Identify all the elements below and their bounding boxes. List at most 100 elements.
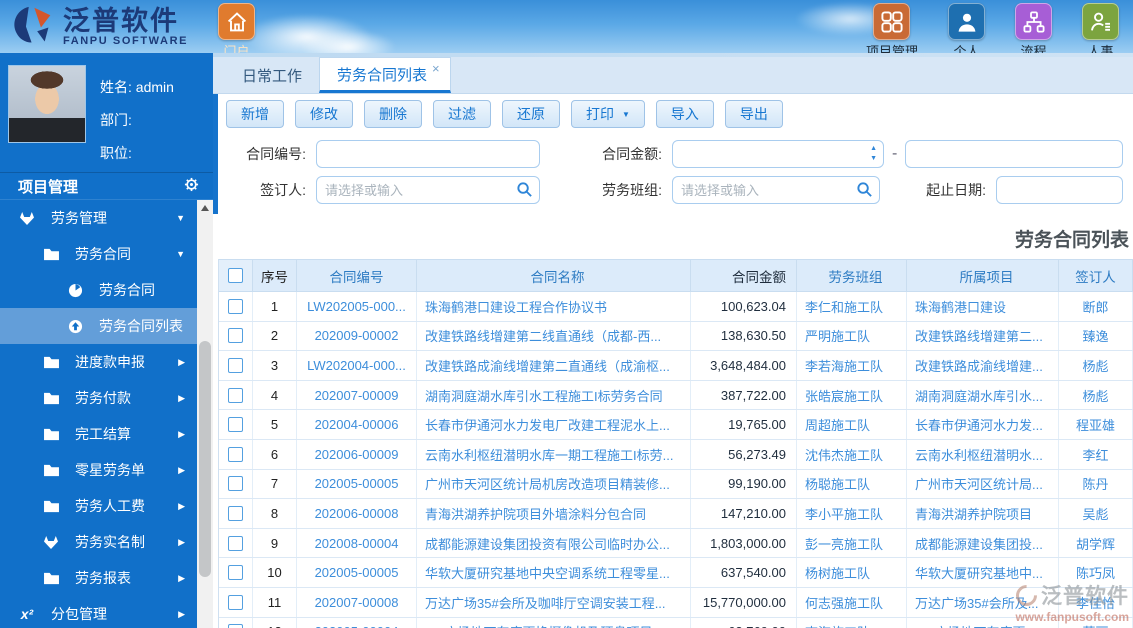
project-link[interactable]: 广州市天河区统计局... bbox=[907, 469, 1059, 499]
row-checkbox[interactable] bbox=[228, 417, 243, 433]
row-checkbox[interactable] bbox=[228, 357, 243, 373]
toolbar-button[interactable]: 导出 bbox=[724, 100, 783, 128]
caret-icon[interactable]: ▼ bbox=[176, 249, 185, 259]
tab[interactable]: 日常工作 bbox=[225, 57, 319, 93]
table-row[interactable]: 3 LW202004-000... 改建铁路成渝线增建第二直通线（成渝枢... … bbox=[219, 351, 1133, 381]
labor-team-link[interactable]: 周超施工队 bbox=[797, 410, 907, 439]
caret-icon[interactable]: ▶ bbox=[178, 537, 185, 548]
tab[interactable]: 劳务合同列表 × bbox=[319, 57, 451, 93]
row-checkbox[interactable] bbox=[228, 446, 243, 462]
project-link[interactable]: 珠海鹤港口建设 bbox=[907, 292, 1059, 321]
contract-name-link[interactable]: 湖南洞庭湖水库引水工程施工I标劳务合同 bbox=[417, 380, 691, 410]
sidebar-menu-item[interactable]: 进度款申报 ▶ bbox=[0, 344, 197, 380]
row-checkbox[interactable] bbox=[228, 535, 243, 551]
sidebar-menu-item[interactable]: 劳务合同列表 bbox=[0, 308, 197, 344]
contract-name-link[interactable]: 珠海鹤港口建设工程合作协议书 bbox=[417, 292, 691, 321]
labor-team-link[interactable]: 李若海施工队 bbox=[797, 351, 907, 380]
labor-team-link[interactable]: 张皓宸施工队 bbox=[797, 380, 907, 410]
project-link[interactable]: 云南水利枢纽潜明水... bbox=[907, 439, 1059, 469]
sidebar-menu-item[interactable]: 完工结算 ▶ bbox=[0, 416, 197, 452]
project-link[interactable]: 改建铁路线增建第二... bbox=[907, 321, 1059, 351]
toolbar-button[interactable]: 过滤 bbox=[433, 100, 491, 128]
table-row[interactable]: 7 202005-00005 广州市天河区统计局机房改造项目精装修... 99,… bbox=[219, 469, 1133, 500]
table-column-header[interactable]: 所属项目 bbox=[907, 260, 1059, 291]
contract-name-link[interactable]: 改建铁路成渝线增建第二直通线（成渝枢... bbox=[417, 351, 691, 380]
contract-code-link[interactable]: 202005-00005 bbox=[297, 558, 417, 587]
contract-code-link[interactable]: 202004-00006 bbox=[297, 410, 417, 439]
table-column-header[interactable]: 合同金额 bbox=[691, 260, 797, 291]
table-row[interactable]: 4 202007-00009 湖南洞庭湖水库引水工程施工I标劳务合同 387,7… bbox=[219, 380, 1133, 411]
contract-code-link[interactable]: 202007-00009 bbox=[297, 380, 417, 410]
contract-name-link[interactable]: 华软大厦研究基地中央空调系统工程零星... bbox=[417, 558, 691, 587]
sidebar-menu-item[interactable]: 劳务报表 ▶ bbox=[0, 560, 197, 596]
number-spinner[interactable]: ▲ ▼ bbox=[870, 144, 877, 164]
contract-name-link[interactable]: SM广场地下车库更换摄像机及硬盘项目... bbox=[417, 617, 691, 628]
table-column-header[interactable]: 合同编号 bbox=[297, 260, 417, 291]
contract-code-link[interactable]: 202009-00002 bbox=[297, 321, 417, 351]
contract-name-link[interactable]: 成都能源建设集团投资有限公司临时办公... bbox=[417, 528, 691, 558]
sidebar-menu-item[interactable]: 劳务实名制 ▶ bbox=[0, 524, 197, 560]
app-shortcut[interactable]: 项目管理 bbox=[866, 3, 918, 53]
contract-code-link[interactable]: 202006-00009 bbox=[297, 439, 417, 469]
app-shortcut[interactable]: 人事 bbox=[1082, 3, 1119, 53]
table-column-header[interactable]: 签订人 bbox=[1059, 260, 1133, 291]
amount-min-input[interactable] bbox=[672, 140, 884, 168]
contract-code-link[interactable]: 202005-00004 bbox=[297, 617, 417, 628]
toolbar-button[interactable]: 修改 bbox=[295, 100, 353, 128]
caret-icon[interactable]: ▶ bbox=[178, 501, 185, 512]
sidebar-menu-item[interactable]: 劳务付款 ▶ bbox=[0, 380, 197, 416]
contract-code-link[interactable]: LW202005-000... bbox=[297, 292, 417, 321]
table-row[interactable]: 2 202009-00002 改建铁路线增建第二线直通线（成都-西... 138… bbox=[219, 321, 1133, 352]
gear-icon[interactable] bbox=[184, 177, 199, 196]
search-icon[interactable] bbox=[516, 181, 533, 203]
row-checkbox[interactable] bbox=[228, 476, 243, 492]
amount-max-input[interactable] bbox=[905, 140, 1123, 168]
row-checkbox[interactable] bbox=[228, 505, 243, 521]
caret-icon[interactable]: ▶ bbox=[178, 393, 185, 404]
sidebar-menu-item[interactable]: 劳务合同 bbox=[0, 272, 197, 308]
row-checkbox[interactable] bbox=[228, 594, 243, 610]
table-row[interactable]: 12 202005-00004 SM广场地下车库更换摄像机及硬盘项目... 62… bbox=[219, 617, 1133, 628]
caret-icon[interactable]: ▶ bbox=[178, 573, 185, 584]
scroll-up-arrow-icon[interactable] bbox=[197, 200, 213, 215]
toolbar-button[interactable]: 导入 bbox=[655, 100, 714, 128]
table-row[interactable]: 9 202008-00004 成都能源建设集团投资有限公司临时办公... 1,8… bbox=[219, 528, 1133, 559]
person-icon[interactable] bbox=[948, 3, 985, 40]
labor-team-link[interactable]: 李小平施工队 bbox=[797, 499, 907, 528]
project-link[interactable]: 成都能源建设集团投... bbox=[907, 528, 1059, 558]
contract-code-link[interactable]: 202005-00005 bbox=[297, 469, 417, 499]
table-row[interactable]: 6 202006-00009 云南水利枢纽潜明水库一期工程施工I标劳... 56… bbox=[219, 439, 1133, 470]
contract-name-link[interactable]: 长春市伊通河水力发电厂改建工程泥水上... bbox=[417, 410, 691, 439]
row-checkbox[interactable] bbox=[228, 387, 243, 403]
scrollbar-thumb[interactable] bbox=[199, 341, 211, 577]
contract-name-link[interactable]: 青海洪湖养护院项目外墙涂料分包合同 bbox=[417, 499, 691, 528]
contract-code-link[interactable]: 202006-00008 bbox=[297, 499, 417, 528]
project-link[interactable]: 万达广场35#会所及... bbox=[907, 587, 1059, 617]
contract-code-link[interactable]: 202008-00004 bbox=[297, 528, 417, 558]
contract-name-link[interactable]: 广州市天河区统计局机房改造项目精装修... bbox=[417, 469, 691, 499]
table-row[interactable]: 8 202006-00008 青海洪湖养护院项目外墙涂料分包合同 147,210… bbox=[219, 499, 1133, 529]
sidebar-menu-item[interactable]: 劳务管理 ▼ bbox=[0, 200, 197, 236]
team-input[interactable] bbox=[672, 176, 880, 204]
caret-icon[interactable]: ▶ bbox=[178, 357, 185, 368]
date-range-input[interactable] bbox=[996, 176, 1123, 204]
select-all-checkbox[interactable] bbox=[228, 268, 243, 283]
project-link[interactable]: SM广场地下车库更... bbox=[907, 617, 1059, 628]
labor-team-link[interactable]: 杨树施工队 bbox=[797, 558, 907, 587]
home-icon[interactable] bbox=[218, 3, 255, 40]
table-column-header[interactable]: 合同名称 bbox=[417, 260, 691, 291]
contract-name-link[interactable]: 万达广场35#会所及咖啡厅空调安装工程... bbox=[417, 587, 691, 617]
labor-team-link[interactable]: 沈伟杰施工队 bbox=[797, 439, 907, 469]
contract-code-link[interactable]: LW202004-000... bbox=[297, 351, 417, 380]
project-link[interactable]: 改建铁路成渝线增建... bbox=[907, 351, 1059, 380]
app-shortcut[interactable]: 流程 bbox=[1015, 3, 1052, 53]
sidebar-menu-item[interactable]: 零星劳务单 ▶ bbox=[0, 452, 197, 488]
labor-team-link[interactable]: 何志强施工队 bbox=[797, 587, 907, 617]
sidebar-menu-item[interactable]: 劳务合同 ▼ bbox=[0, 236, 197, 272]
table-row[interactable]: 5 202004-00006 长春市伊通河水力发电厂改建工程泥水上... 19,… bbox=[219, 410, 1133, 440]
caret-icon[interactable]: ▶ bbox=[178, 429, 185, 440]
sidebar-menu-item[interactable]: x² 分包管理 ▶ bbox=[0, 596, 197, 628]
table-row[interactable]: 1 LW202005-000... 珠海鹤港口建设工程合作协议书 100,623… bbox=[219, 292, 1133, 322]
contract-no-input[interactable] bbox=[316, 140, 540, 168]
sidebar-scrollbar[interactable] bbox=[197, 200, 213, 628]
